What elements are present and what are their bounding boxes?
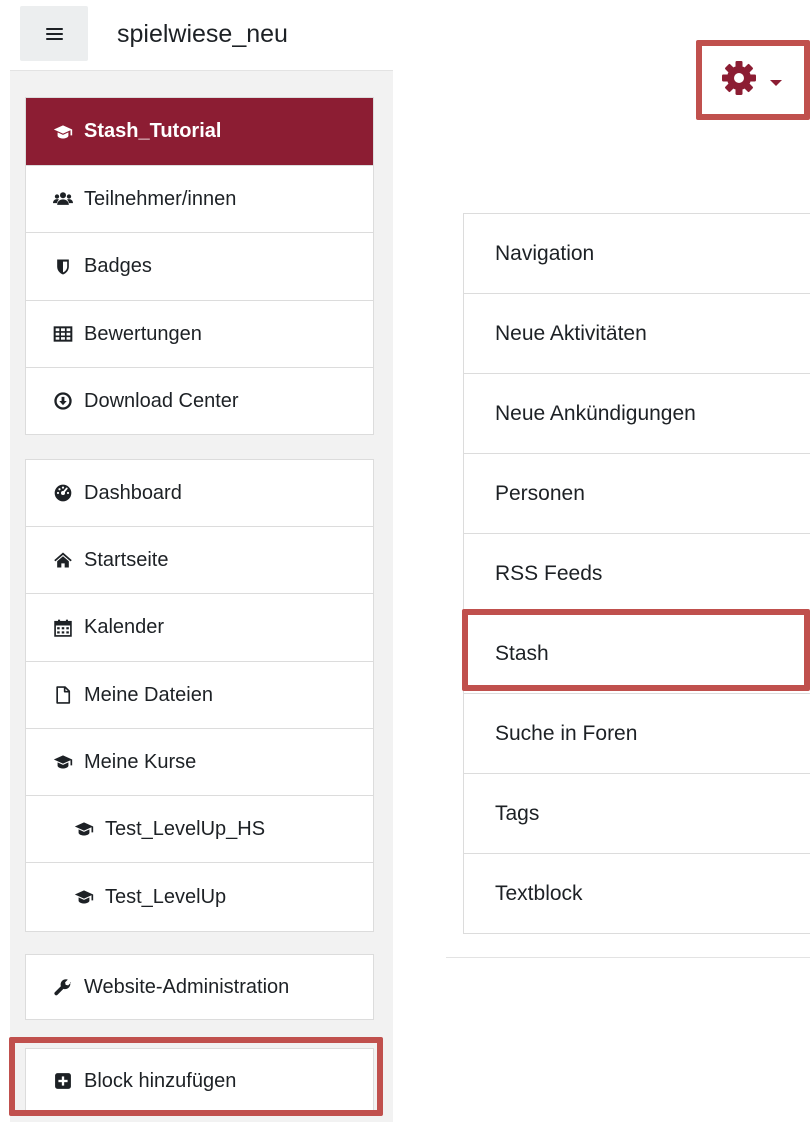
nav-item-download-center[interactable]: Download Center bbox=[26, 368, 373, 434]
nav-item-label: Download Center bbox=[84, 389, 239, 412]
nav-item-my-files[interactable]: Meine Dateien bbox=[26, 662, 373, 729]
nav-item-label: Teilnehmer/innen bbox=[84, 187, 237, 210]
nav-item-label: Test_LevelUp_HS bbox=[105, 817, 266, 840]
nav-item-grades[interactable]: Bewertungen bbox=[26, 301, 373, 368]
nav-item-label: Meine Kurse bbox=[84, 750, 197, 773]
nav-item-label: Stash_Tutorial bbox=[84, 120, 222, 142]
graduation-cap-icon bbox=[74, 887, 94, 907]
shield-icon bbox=[53, 257, 73, 277]
block-option-stash[interactable]: Stash bbox=[464, 614, 810, 694]
tachometer-icon bbox=[53, 483, 73, 503]
file-icon bbox=[53, 685, 73, 705]
nav-item-label: Bewertungen bbox=[84, 322, 202, 345]
block-option-people[interactable]: Personen bbox=[464, 454, 810, 534]
graduation-cap-icon bbox=[53, 122, 73, 142]
plus-square-icon bbox=[53, 1071, 73, 1091]
nav-item-label: Meine Dateien bbox=[84, 683, 213, 706]
nav-group-course: Stash_Tutorial Teilnehmer/innen Badges B… bbox=[25, 97, 374, 435]
site-name[interactable]: spielwiese_neu bbox=[117, 20, 288, 49]
gear-icon bbox=[719, 58, 759, 103]
drawer-toggle-button[interactable] bbox=[20, 6, 88, 61]
block-option-text[interactable]: Textblock bbox=[464, 854, 810, 934]
block-list: Navigation Neue Aktivitäten Neue Ankündi… bbox=[463, 213, 810, 934]
caret-down-icon bbox=[769, 79, 782, 86]
nav-item-course-test-levelup[interactable]: Test_LevelUp bbox=[26, 863, 373, 931]
home-icon bbox=[53, 550, 73, 570]
nav-item-site-administration[interactable]: Website-Administration bbox=[26, 955, 373, 1019]
calendar-icon bbox=[53, 618, 73, 638]
nav-item-label: Dashboard bbox=[84, 481, 182, 504]
block-option-forum-search[interactable]: Suche in Foren bbox=[464, 694, 810, 774]
nav-item-label: Badges bbox=[84, 255, 152, 277]
block-option-tags[interactable]: Tags bbox=[464, 774, 810, 854]
nav-item-label: Startseite bbox=[84, 548, 169, 571]
graduation-cap-icon bbox=[53, 752, 73, 772]
nav-item-label: Block hinzufügen bbox=[84, 1069, 237, 1092]
block-option-navigation[interactable]: Navigation bbox=[464, 214, 810, 294]
nav-item-course-test-levelup-hs[interactable]: Test_LevelUp_HS bbox=[26, 796, 373, 863]
nav-item-home[interactable]: Startseite bbox=[26, 527, 373, 594]
nav-item-my-courses[interactable]: Meine Kurse bbox=[26, 729, 373, 796]
block-option-recent-activity[interactable]: Neue Aktivitäten bbox=[464, 294, 810, 374]
divider bbox=[446, 957, 810, 958]
actions-menu-button[interactable] bbox=[700, 44, 800, 117]
nav-item-dashboard[interactable]: Dashboard bbox=[26, 460, 373, 527]
nav-item-participants[interactable]: Teilnehmer/innen bbox=[26, 166, 373, 233]
hamburger-icon bbox=[45, 27, 63, 40]
nav-item-label: Website-Administration bbox=[84, 975, 290, 998]
nav-group-add-block: Block hinzufügen bbox=[25, 1048, 374, 1114]
graduation-cap-icon bbox=[74, 819, 94, 839]
wrench-icon bbox=[53, 977, 73, 997]
nav-item-label: Kalender bbox=[84, 616, 165, 638]
nav-group-admin: Website-Administration bbox=[25, 954, 374, 1020]
nav-item-calendar[interactable]: Kalender bbox=[26, 594, 373, 662]
nav-group-site: Dashboard Startseite Kalender Meine Date… bbox=[25, 459, 374, 932]
users-icon bbox=[53, 189, 73, 209]
table-icon bbox=[53, 324, 73, 344]
block-option-news[interactable]: Neue Ankündigungen bbox=[464, 374, 810, 454]
download-circle-icon bbox=[53, 391, 73, 411]
nav-item-badges[interactable]: Badges bbox=[26, 233, 373, 301]
nav-item-stash-tutorial[interactable]: Stash_Tutorial bbox=[26, 98, 373, 166]
block-option-rss-feeds[interactable]: RSS Feeds bbox=[464, 534, 810, 614]
nav-item-label: Test_LevelUp bbox=[105, 885, 227, 908]
nav-item-add-block[interactable]: Block hinzufügen bbox=[26, 1049, 373, 1113]
nav-drawer: Stash_Tutorial Teilnehmer/innen Badges B… bbox=[10, 70, 393, 1122]
